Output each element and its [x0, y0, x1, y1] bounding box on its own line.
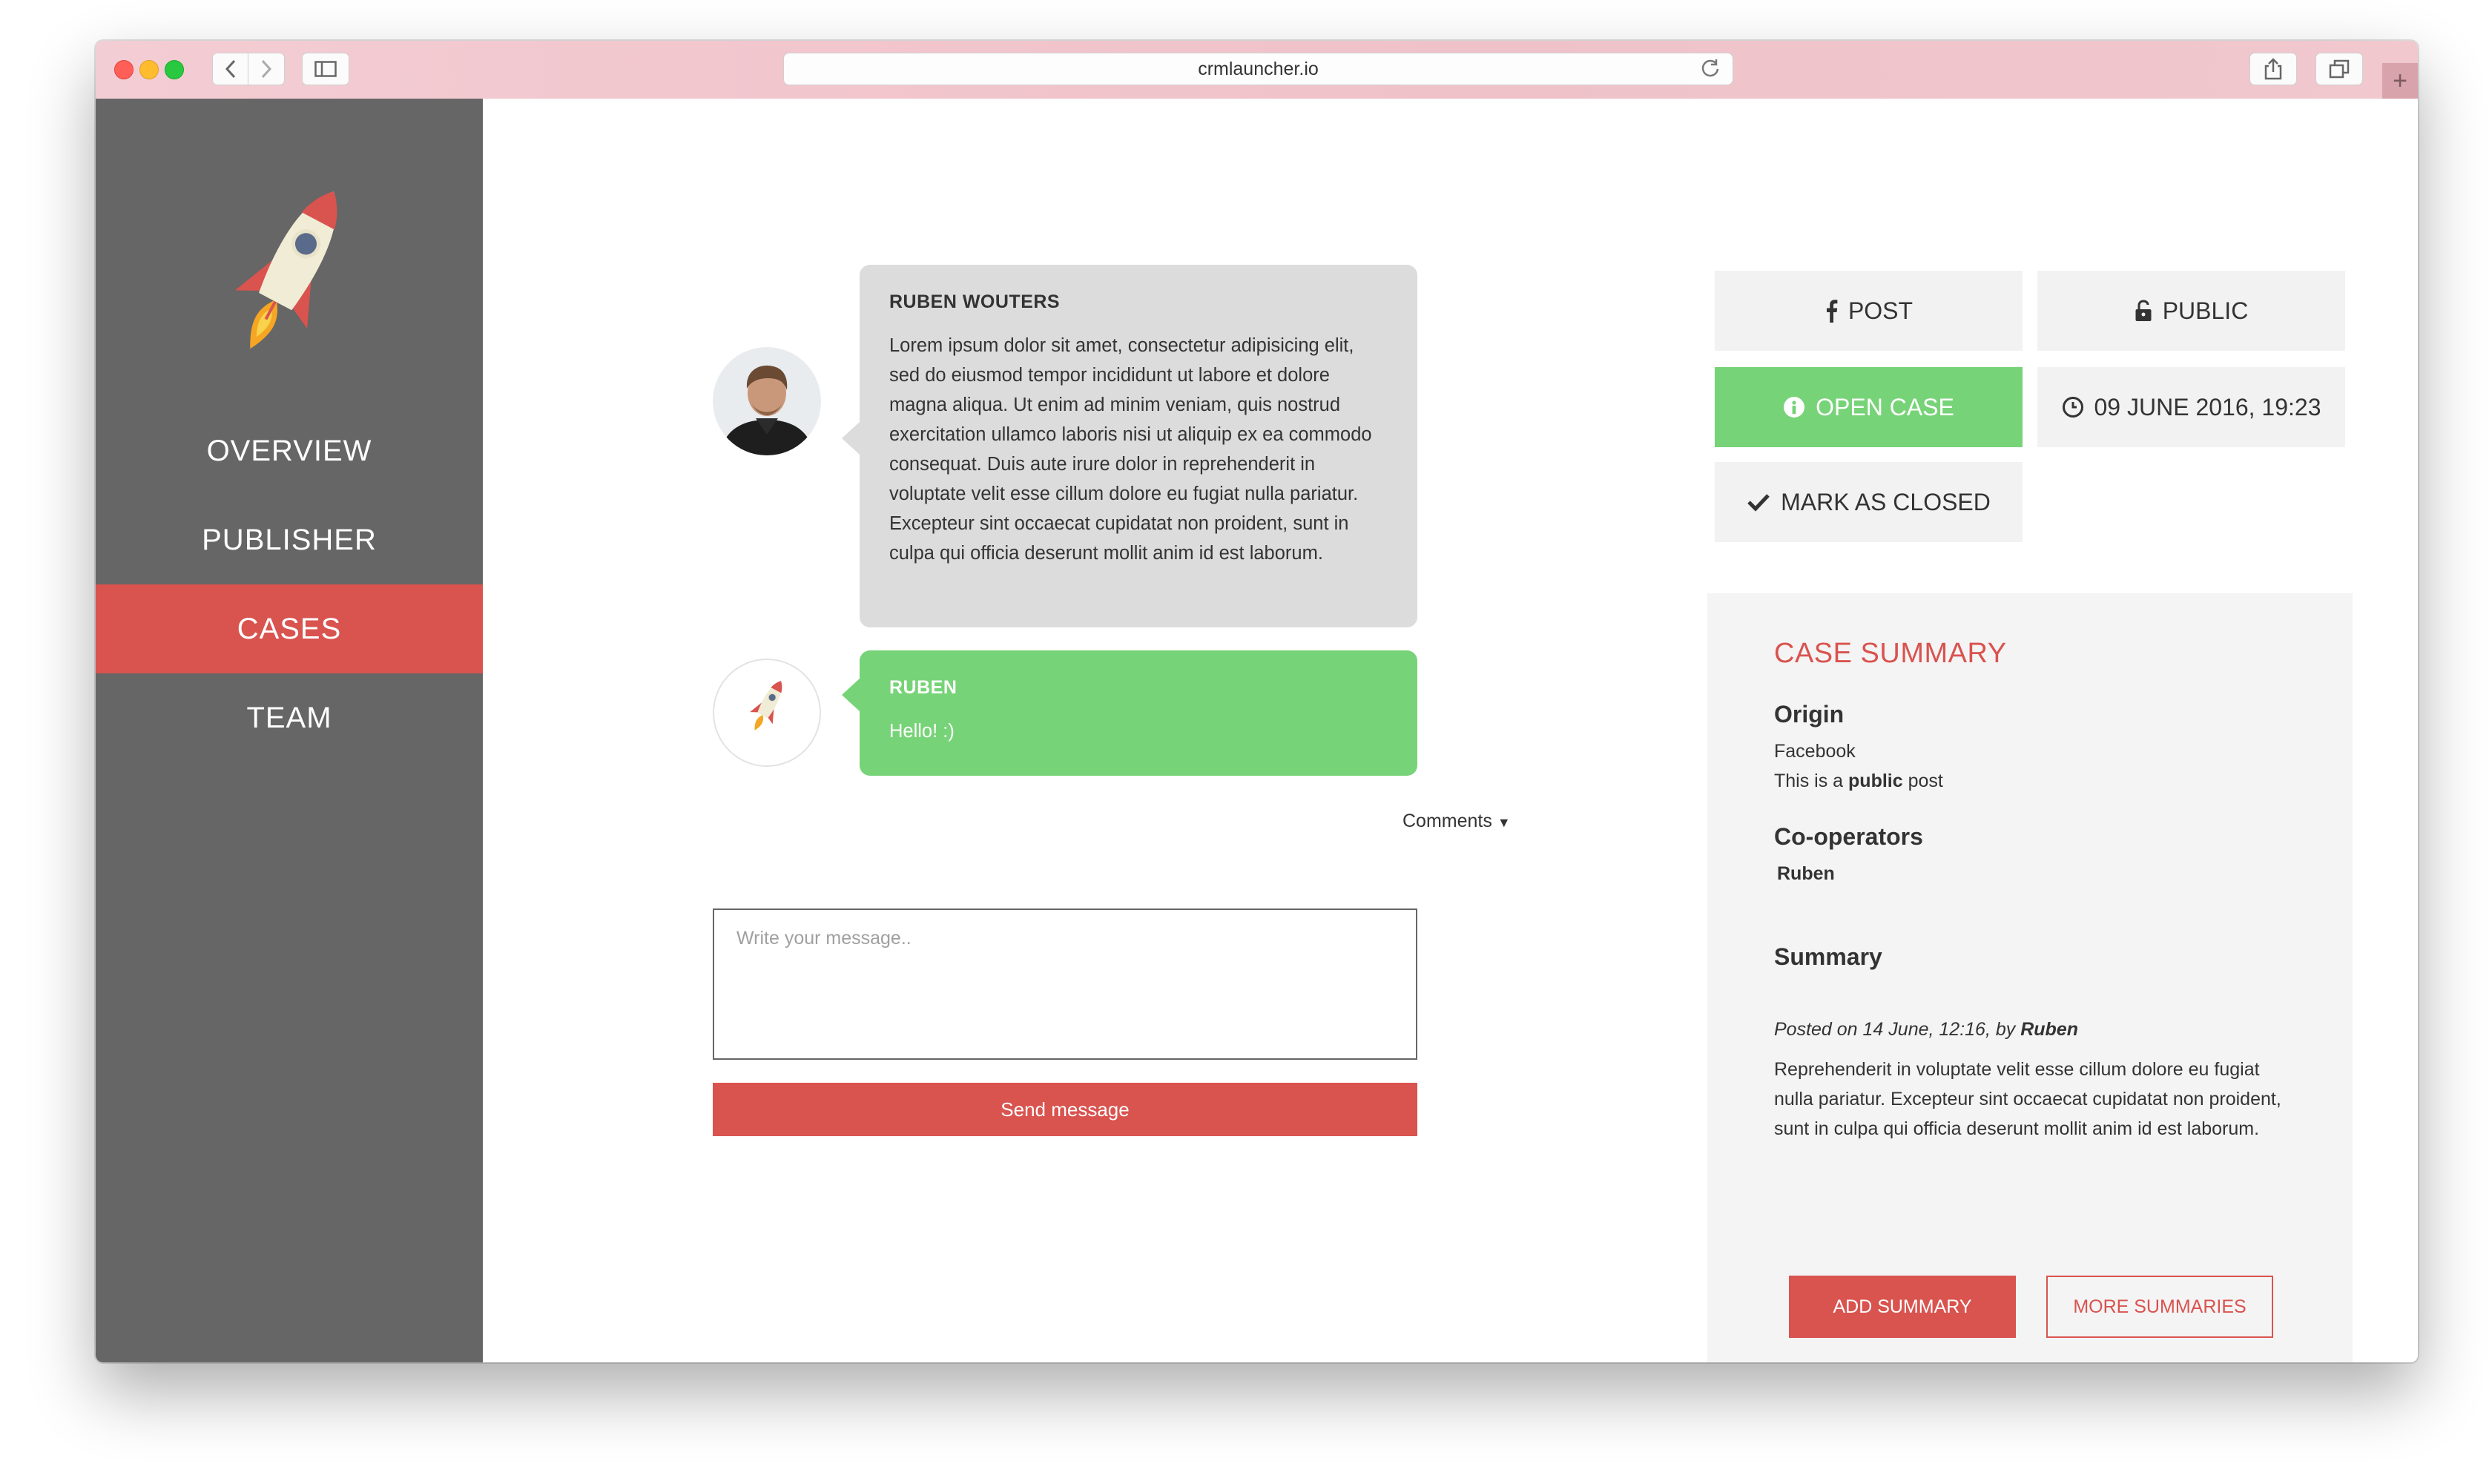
share-icon: [2264, 58, 2282, 80]
avatar: [713, 347, 821, 455]
summary-heading: Summary: [1774, 943, 1882, 970]
origin-heading: Origin: [1774, 701, 1845, 728]
summary-text: Reprehenderit in voluptate velit esse ci…: [1774, 1059, 2281, 1139]
summary-meta: Posted on 14 June, 12:16, by Ruben: [1774, 1015, 2078, 1044]
forward-button[interactable]: [248, 53, 285, 85]
summary-posted-prefix: Posted on 14 June, 12:16, by: [1774, 1019, 2021, 1040]
comments-label: Comments: [1402, 811, 1492, 831]
sidebar-toggle-button[interactable]: [302, 53, 349, 85]
send-message-button[interactable]: Send message: [713, 1083, 1417, 1136]
cooperator-name[interactable]: Ruben: [1777, 859, 1835, 888]
main-content: RUBEN WOUTERS Lorem ipsum dolor sit amet…: [483, 99, 2418, 1362]
close-window-button[interactable]: [114, 60, 134, 79]
case-summary-title: CASE SUMMARY: [1774, 638, 2007, 669]
plus-icon: +: [2393, 66, 2407, 95]
more-summaries-button[interactable]: MORE SUMMARIES: [2046, 1276, 2273, 1338]
message-text: Lorem ipsum dolor sit amet, consectetur …: [889, 335, 1372, 564]
add-summary-button[interactable]: ADD SUMMARY: [1789, 1276, 2016, 1338]
origin-note-bold: public: [1848, 771, 1903, 791]
open-case-label: OPEN CASE: [1816, 393, 1954, 421]
message-input[interactable]: [713, 908, 1417, 1060]
browser-titlebar: crmlauncher.io +: [96, 41, 2418, 100]
mark-closed-label: MARK AS CLOSED: [1781, 488, 1991, 515]
back-button[interactable]: [212, 53, 249, 85]
public-label: PUBLIC: [2162, 297, 2249, 324]
sidebar-item-overview[interactable]: OVERVIEW: [96, 406, 483, 495]
sidebar-item-label: TEAM: [246, 701, 332, 734]
case-summary-panel: CASE SUMMARY Origin Facebook This is a p…: [1707, 593, 2353, 1362]
message-bubble: RUBEN WOUTERS Lorem ipsum dolor sit amet…: [842, 265, 1417, 627]
message-author: RUBEN WOUTERS: [889, 291, 1061, 312]
unlock-icon: [2135, 300, 2152, 321]
case-date: 09 JUNE 2016, 19:23: [2037, 367, 2345, 447]
tabs-icon: [2329, 59, 2350, 79]
message-author: RUBEN: [889, 677, 957, 698]
post-type-button[interactable]: POST: [1715, 271, 2023, 351]
origin-value: Facebook: [1774, 741, 1856, 762]
caret-down-icon: ▼: [1497, 815, 1511, 830]
sidebar-icon: [314, 61, 337, 77]
origin-note-prefix: This is a: [1774, 771, 1849, 791]
origin-note: This is a public post: [1774, 766, 1943, 796]
chevron-left-icon: [225, 59, 236, 79]
sidebar-item-cases[interactable]: CASES: [96, 584, 483, 673]
reload-icon[interactable]: [1700, 58, 1721, 79]
avatar: [713, 659, 821, 767]
visibility-button[interactable]: PUBLIC: [2037, 271, 2345, 351]
sidebar-item-publisher[interactable]: PUBLISHER: [96, 495, 483, 584]
rocket-icon: [234, 191, 337, 349]
message-text: Hello! :): [889, 721, 955, 742]
message-bubble: RUBEN Hello! :): [842, 650, 1417, 776]
user-photo: [713, 347, 821, 455]
rocket-icon: [750, 681, 782, 731]
summary-posted-by: Ruben: [2020, 1019, 2078, 1040]
address-bar[interactable]: crmlauncher.io: [783, 53, 1733, 85]
facebook-icon: [1826, 300, 1838, 323]
post-label: POST: [1847, 297, 1914, 324]
info-icon: [1784, 397, 1805, 418]
zoom-window-button[interactable]: [165, 60, 184, 79]
sidebar-item-label: CASES: [237, 612, 342, 645]
sidebar: OVERVIEW PUBLISHER CASES TEAM: [96, 99, 483, 1362]
sidebar-item-team[interactable]: TEAM: [96, 673, 483, 762]
origin-note-suffix: post: [1902, 771, 1943, 791]
share-button[interactable]: [2249, 53, 2297, 85]
tabs-overview-button[interactable]: [2315, 53, 2363, 85]
clock-icon: [2062, 397, 2083, 418]
cooperators-heading: Co-operators: [1774, 823, 1923, 850]
chevron-right-icon: [261, 59, 272, 79]
new-tab-button[interactable]: +: [2382, 63, 2418, 99]
comments-toggle[interactable]: Comments ▼: [1402, 811, 1511, 832]
mark-as-closed-button[interactable]: MARK AS CLOSED: [1715, 462, 2023, 542]
url-text: crmlauncher.io: [1198, 58, 1319, 79]
sidebar-item-label: PUBLISHER: [202, 523, 377, 556]
open-case-status[interactable]: OPEN CASE: [1715, 367, 2023, 447]
check-icon: [1747, 494, 1770, 512]
sidebar-item-label: OVERVIEW: [206, 434, 372, 467]
minimize-window-button[interactable]: [139, 60, 159, 79]
case-date-label: 09 JUNE 2016, 19:23: [2094, 393, 2321, 421]
browser-window: crmlauncher.io + OVERVIEW PUBLISHER CASE…: [96, 41, 2418, 1362]
